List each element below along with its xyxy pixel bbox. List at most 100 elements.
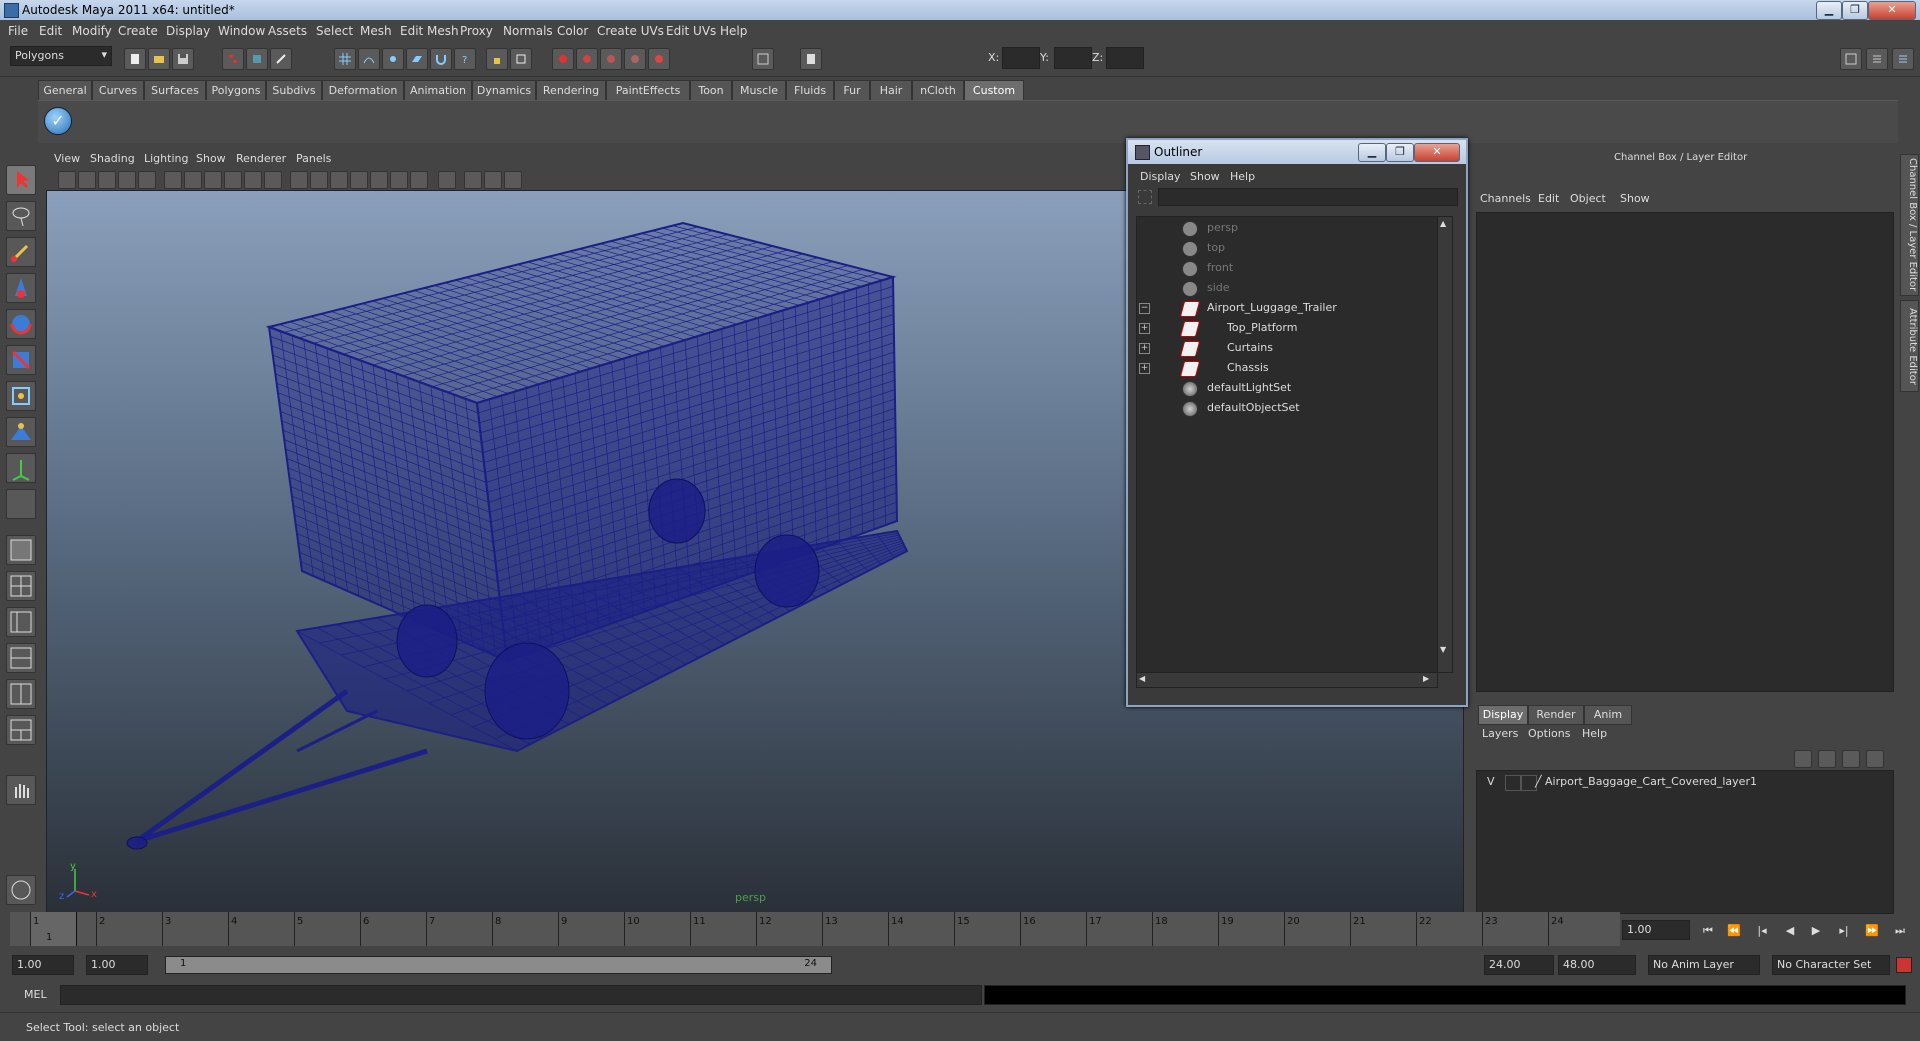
outliner-item-top-platform[interactable]: + Top_Platform — [1137, 319, 1437, 337]
menu-create-uvs[interactable]: Create UVs — [597, 24, 664, 38]
outliner-filter-input[interactable] — [1158, 188, 1458, 206]
channel-box-menu-edit[interactable]: Edit — [1538, 192, 1559, 205]
step-forward-key-button[interactable]: ▸| — [1836, 924, 1852, 938]
script-editor-button[interactable] — [6, 875, 36, 905]
menu-set-selector[interactable]: Polygons ▾ — [10, 46, 112, 66]
snap-grid-button[interactable] — [334, 48, 356, 70]
layer-menu-help[interactable]: Help — [1582, 727, 1607, 740]
menu-edit-uvs[interactable]: Edit UVs — [666, 24, 716, 38]
default-light-icon[interactable] — [370, 171, 388, 189]
expand-icon[interactable]: + — [1139, 323, 1150, 334]
minimize-button[interactable]: ▁ — [1816, 1, 1842, 20]
outliner-item-persp[interactable]: persp — [1137, 219, 1437, 237]
x-input[interactable] — [1002, 47, 1040, 69]
show-tool-settings-button[interactable] — [1866, 48, 1888, 70]
outliner-minimize-button[interactable]: ▁ — [1358, 143, 1386, 162]
wireframe-icon[interactable] — [164, 171, 182, 189]
channel-box-panel[interactable] — [1476, 212, 1894, 692]
wireframe-on-shaded-icon[interactable] — [204, 171, 222, 189]
animation-end-field[interactable]: 48.00 — [1558, 955, 1636, 975]
channel-box-menu-channels[interactable]: Channels — [1480, 192, 1531, 205]
shelf-tab-general[interactable]: General — [38, 80, 92, 100]
outliner-item-airport-luggage-trailer[interactable]: − Airport_Luggage_Trailer — [1137, 299, 1437, 317]
menu-select[interactable]: Select — [316, 24, 353, 38]
toggle-channel-box-button[interactable] — [800, 48, 822, 70]
shelf-tab-subdivs[interactable]: Subdivs — [266, 80, 322, 100]
cube-textured-icon[interactable] — [330, 171, 348, 189]
scroll-down-icon[interactable]: ▼ — [1440, 645, 1446, 654]
play-backwards-button[interactable]: ◀ — [1782, 924, 1798, 938]
menu-edit-mesh[interactable]: Edit Mesh — [400, 24, 459, 38]
layer-type-toggle[interactable] — [1505, 775, 1521, 791]
playback-start-field[interactable]: 1.00 — [86, 955, 148, 975]
select-camera-icon[interactable] — [58, 171, 76, 189]
viewport-menu-lighting[interactable]: Lighting — [144, 152, 188, 165]
shelf-tab-polygons[interactable]: Polygons — [206, 80, 266, 100]
move-layer-down-icon[interactable] — [1818, 750, 1836, 768]
shelf-tab-custom[interactable]: Custom — [964, 80, 1024, 100]
open-scene-button[interactable] — [148, 48, 170, 70]
layout-single-perspective[interactable] — [6, 535, 36, 565]
shelf-tab-fluids[interactable]: Fluids — [786, 80, 834, 100]
toggle-outliner-button[interactable] — [752, 48, 774, 70]
outliner-item-front[interactable]: front — [1137, 259, 1437, 277]
move-layer-up-icon[interactable] — [1794, 750, 1812, 768]
layout-graph-persp[interactable] — [6, 715, 36, 745]
image-plane-icon[interactable] — [118, 171, 136, 189]
camera-attributes-icon[interactable] — [78, 171, 96, 189]
cube-shaded-icon[interactable] — [310, 171, 328, 189]
render-frame-button[interactable] — [552, 48, 574, 70]
animation-start-field[interactable]: 1.00 — [12, 955, 74, 975]
checkmark-icon[interactable]: ✓ — [44, 107, 72, 135]
rotate-tool[interactable] — [6, 309, 36, 339]
history-button[interactable]: ? — [454, 48, 476, 70]
y-input[interactable] — [1054, 47, 1092, 69]
select-by-hierarchy-button[interactable] — [222, 48, 244, 70]
bookmark-icon[interactable] — [98, 171, 116, 189]
viewport-menu-renderer[interactable]: Renderer — [236, 152, 286, 165]
menu-create[interactable]: Create — [118, 24, 158, 38]
menu-proxy[interactable]: Proxy — [460, 24, 493, 38]
xray-icon[interactable] — [224, 171, 242, 189]
viewport-menu-shading[interactable]: Shading — [90, 152, 135, 165]
snap-view-plane-button[interactable] — [406, 48, 428, 70]
new-scene-button[interactable] — [124, 48, 146, 70]
text-icon[interactable] — [264, 171, 282, 189]
command-language-label[interactable]: MEL — [24, 988, 47, 1001]
show-channel-box-button[interactable] — [1892, 48, 1914, 70]
all-lights-icon[interactable] — [390, 171, 408, 189]
outliner-menu-help[interactable]: Help — [1230, 170, 1255, 183]
grid-toggle-icon[interactable] — [138, 171, 156, 189]
close-button[interactable]: ✕ — [1868, 1, 1916, 20]
last-tool-used[interactable] — [6, 489, 36, 519]
textured-icon[interactable] — [244, 171, 262, 189]
auto-key-icon[interactable] — [1896, 957, 1912, 973]
time-slider[interactable]: 1 1 2 3 4 5 6 7 8 9 10 11 12 13 14 15 16 17 18 19 20 21 22 23 2… — [10, 912, 1620, 946]
outliner-horizontal-scrollbar[interactable]: ◀ ▶ — [1136, 672, 1438, 688]
character-set-selector[interactable]: No Character Set — [1772, 955, 1890, 975]
step-forward-frame-button[interactable]: ⏩ — [1864, 924, 1880, 938]
channel-box-menu-object[interactable]: Object — [1570, 192, 1606, 205]
play-forwards-button[interactable]: ▶ — [1808, 924, 1824, 938]
checker-icon[interactable] — [350, 171, 368, 189]
outliner-item-top[interactable]: top — [1137, 239, 1437, 257]
channel-box-menu-show[interactable]: Show — [1620, 192, 1650, 205]
shelf-tab-muscle[interactable]: Muscle — [732, 80, 786, 100]
layout-persp-graph[interactable] — [6, 643, 36, 673]
playback-end-field[interactable]: 24.00 — [1484, 955, 1554, 975]
outliner-menu-show[interactable]: Show — [1190, 170, 1220, 183]
paint-select-tool[interactable] — [6, 237, 36, 267]
menu-modify[interactable]: Modify — [72, 24, 112, 38]
save-scene-button[interactable] — [172, 48, 194, 70]
outliner-item-default-object-set[interactable]: defaultObjectSet — [1137, 399, 1437, 417]
layout-persp-outliner[interactable] — [6, 607, 36, 637]
shelf-tab-toon[interactable]: Toon — [690, 80, 732, 100]
outliner-close-button[interactable]: ✕ — [1414, 143, 1460, 162]
collapse-icon[interactable]: − — [1139, 303, 1150, 314]
outliner-item-chassis[interactable]: + Chassis — [1137, 359, 1437, 377]
layout-hypershade[interactable] — [6, 679, 36, 709]
step-back-frame-button[interactable]: ⏪ — [1726, 924, 1742, 938]
layer-menu-layers[interactable]: Layers — [1482, 727, 1518, 740]
outliner-item-side[interactable]: side — [1137, 279, 1437, 297]
node-icon[interactable] — [504, 171, 522, 189]
